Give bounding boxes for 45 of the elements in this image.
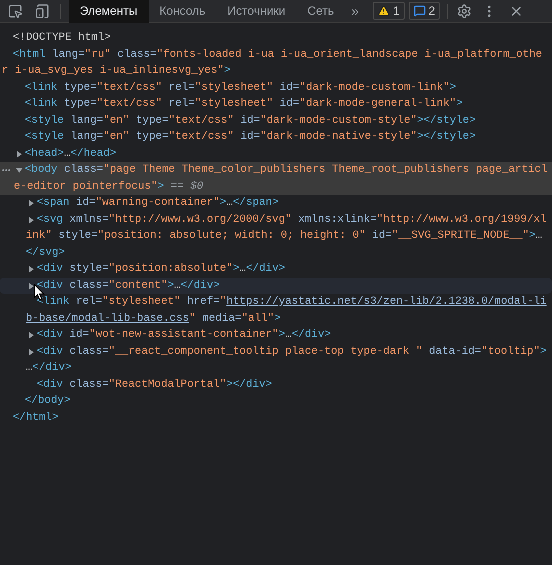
collapsed-triangle-icon[interactable]: [28, 282, 35, 290]
code-line: </html>: [13, 412, 59, 424]
code-line: <svg xmlns="http://www.w3.org/2000/svg" xmlns:xlink="http://www.w3.org/1999/xl: [37, 214, 547, 226]
code-line: <span id="warning-container">…</span>: [37, 197, 279, 209]
more-dots-icon[interactable]: [2, 169, 11, 172]
collapsed-triangle-icon[interactable]: [28, 200, 35, 207]
warning-icon: [378, 5, 390, 17]
code-line: <link rel="stylesheet" href="https://yastatic.net/s3/zen-lib/2.1238.0/modal-li: [37, 296, 547, 308]
more-tabs-button[interactable]: »: [345, 0, 366, 22]
collapsed-triangle-icon[interactable]: [28, 266, 35, 273]
code-line: ink" style="position: absolute; width: 0; height: 0" id="__SVG_SPRITE_NODE__">…: [26, 230, 542, 242]
collapsed-triangle-icon[interactable]: [28, 216, 35, 224]
panel-tab[interactable]: Элементы: [69, 0, 149, 22]
code-line: </body>: [25, 395, 71, 407]
inspect-icon[interactable]: [8, 4, 23, 18]
code-line: b-base/modal-lib-base.css" media="all">: [26, 312, 281, 324]
code-line: <div style="position:absolute">…</div>: [37, 263, 286, 275]
collapsed-triangle-icon[interactable]: [28, 348, 35, 356]
code-line: …</div>: [26, 362, 72, 374]
code-line: <div class="content">…</div>: [37, 280, 220, 292]
code-line: <link type="text/css" rel="stylesheet" id="dark-mode-general-link">: [25, 98, 463, 110]
code-line: <html lang="ru" class="fonts-loaded i-ua i-ua_orient_landscape i-ua_platform_othe: [13, 48, 542, 60]
code-line: r i-ua_svg_yes i-ua_inlinesvg_yes">: [2, 65, 231, 77]
messages-counter[interactable]: 2: [408, 2, 440, 20]
code-line: <div class="__react_component_tooltip place-top type-dark " data-id="tooltip">: [37, 346, 547, 358]
code-line: <div class="ReactModalPortal"></div>: [37, 378, 272, 390]
panel-tab[interactable]: Источники: [216, 0, 297, 22]
expanded-triangle-icon[interactable]: [16, 167, 23, 174]
code-line: <head>…</head>: [25, 148, 117, 160]
collapsed-triangle-icon[interactable]: [28, 332, 35, 339]
code-line: <style lang="en" type="text/css" id="dark-mode-native-style"></style>: [25, 131, 476, 143]
settings-icon[interactable]: [457, 4, 472, 18]
panel-tab[interactable]: Консоль: [148, 0, 217, 22]
code-line: <link type="text/css" rel="stylesheet" id="dark-mode-custom-link">: [25, 82, 456, 94]
message-icon: [414, 5, 426, 17]
code-line: <body class="page Theme Theme_color_publishers Theme_root_publishers page_articl: [25, 164, 548, 176]
code-line: </svg>: [26, 246, 66, 258]
code-line: e-editor pointerfocus"> == $0: [14, 180, 204, 192]
panel-tab[interactable]: Сеть: [296, 0, 346, 22]
device-toggle-icon[interactable]: [35, 4, 50, 18]
code-line: <!DOCTYPE html>: [13, 32, 112, 44]
code-line: <div id="wot-new-assistant-container">…</div>: [37, 329, 332, 341]
collapsed-triangle-icon[interactable]: [16, 150, 23, 158]
code-line: <style lang="en" type="text/css" id="dark-mode-custom-style"></style>: [25, 114, 476, 126]
warnings-counter[interactable]: 1: [373, 2, 405, 20]
